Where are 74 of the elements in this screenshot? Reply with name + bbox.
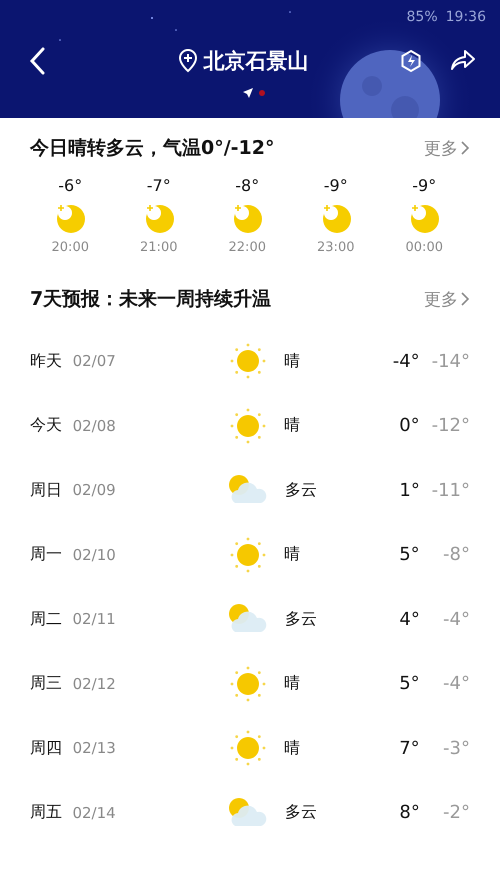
hour-temperature: -6° — [58, 176, 82, 197]
back-button[interactable] — [28, 47, 46, 75]
high-temperature: 0° — [398, 415, 420, 436]
low-temperature: -8° — [442, 544, 470, 566]
more-link[interactable]: 更多 — [424, 288, 470, 310]
location-arrow-icon[interactable] — [243, 88, 253, 98]
weather-condition: 多云 — [284, 608, 318, 630]
today-summary: 今日晴转多云，气温0°/-12° — [30, 136, 274, 161]
date: 02/07 — [72, 352, 117, 370]
day-name: 周一 — [30, 544, 63, 566]
hour-time: 00:00 — [406, 240, 443, 255]
date: 02/09 — [72, 481, 117, 500]
hour-temperature: -8° — [235, 176, 260, 197]
moon-icon — [55, 202, 86, 234]
hour-time: 20:00 — [52, 240, 89, 255]
chevron-right-icon — [460, 291, 470, 307]
date: 02/14 — [72, 804, 117, 822]
high-temperature: 1° — [398, 480, 420, 501]
clock-time: 19:36 — [446, 9, 486, 25]
high-temperature: -4° — [392, 350, 420, 372]
low-temperature: -14° — [430, 350, 470, 372]
add-location-icon[interactable] — [178, 49, 198, 73]
high-temperature: 8° — [398, 802, 420, 824]
weather-condition: 晴 — [284, 350, 302, 372]
date: 02/10 — [72, 546, 117, 564]
day-name: 今天 — [30, 415, 63, 436]
hour-temperature: -9° — [324, 176, 348, 197]
hour-time: 22:00 — [228, 240, 266, 255]
weather-condition: 多云 — [284, 802, 318, 824]
share-icon[interactable] — [450, 49, 476, 73]
day-name: 周四 — [30, 738, 63, 759]
date: 02/13 — [72, 739, 117, 758]
sun-icon — [230, 408, 266, 444]
low-temperature: -4° — [442, 673, 470, 694]
low-temperature: -12° — [430, 415, 470, 436]
low-temperature: -3° — [442, 738, 470, 759]
high-temperature: 7° — [398, 738, 420, 759]
moon-icon — [320, 202, 351, 234]
moon-icon — [232, 202, 262, 234]
day-name: 周三 — [30, 673, 63, 694]
sun-icon — [230, 666, 266, 702]
hour-time: 21:00 — [140, 240, 178, 255]
high-temperature: 5° — [398, 544, 420, 566]
date: 02/08 — [72, 416, 117, 435]
day-name: 周二 — [30, 608, 63, 630]
battery-level: 85% — [406, 9, 438, 25]
weather-condition: 晴 — [284, 544, 302, 566]
weather-condition: 晴 — [284, 673, 302, 694]
sun-icon — [230, 343, 266, 380]
hexagon-bolt-icon[interactable] — [400, 49, 422, 73]
weather-condition: 多云 — [284, 480, 318, 501]
low-temperature: -2° — [442, 802, 470, 824]
date: 02/11 — [72, 610, 117, 628]
day-name: 周日 — [30, 480, 63, 501]
high-temperature: 4° — [398, 608, 420, 630]
moon-icon — [409, 202, 440, 234]
weather-condition: 晴 — [284, 415, 302, 436]
sun-icon — [230, 536, 266, 573]
day-name: 昨天 — [30, 350, 63, 372]
date: 02/12 — [72, 674, 117, 693]
chevron-right-icon — [460, 140, 470, 156]
hour-temperature: -7° — [146, 176, 171, 197]
hour-time: 23:00 — [317, 240, 354, 255]
high-temperature: 5° — [398, 673, 420, 694]
forecast-title: 7天预报：未来一周持续升温 — [30, 287, 272, 312]
moon-icon — [144, 202, 174, 234]
more-link[interactable]: 更多 — [424, 136, 470, 160]
low-temperature: -4° — [442, 608, 470, 630]
hour-temperature: -9° — [412, 176, 436, 197]
city-name: 北京石景山 — [204, 48, 308, 75]
day-name: 周五 — [30, 802, 63, 824]
sun-icon — [230, 730, 266, 766]
weather-condition: 晴 — [284, 738, 302, 759]
low-temperature: -11° — [430, 480, 470, 501]
